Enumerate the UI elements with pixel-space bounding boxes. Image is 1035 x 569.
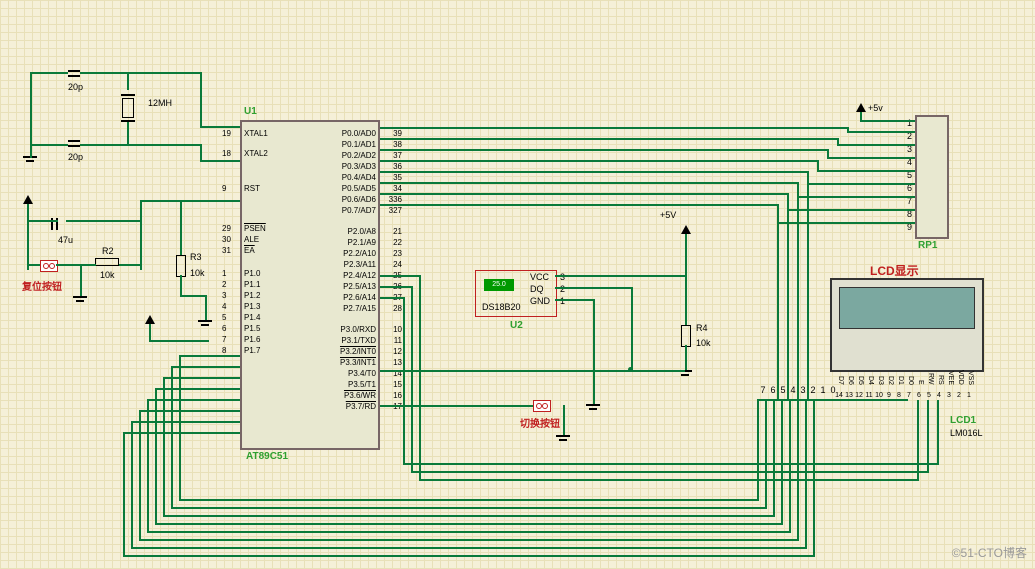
gnd-r3 — [198, 320, 212, 330]
switch-button[interactable] — [533, 400, 551, 412]
vcc-rp1 — [856, 103, 866, 112]
r2-ref: R2 — [102, 246, 114, 256]
vcc-5v — [681, 225, 691, 234]
u1-part: AT89C51 — [246, 451, 288, 462]
res-r2 — [95, 258, 119, 266]
c1-val: 20p — [68, 82, 83, 92]
mcu-u1: U1 AT89C51 19XTAL118XTAL29RST29PSEN30ALE… — [240, 120, 380, 450]
r3-ref: R3 — [190, 252, 202, 262]
switch-label: 切换按钮 — [520, 415, 560, 430]
gnd-ds — [586, 404, 600, 414]
vcc-rp1-lbl: +5v — [868, 103, 883, 113]
r3-val: 10k — [190, 268, 205, 278]
gnd-reset — [73, 296, 87, 306]
rp1-ref: RP1 — [918, 240, 937, 251]
vcc-ea — [145, 315, 155, 324]
rp1 — [915, 115, 949, 239]
lcd-title: LCD显示 — [870, 262, 919, 279]
reset-label: 复位按钮 — [22, 278, 62, 293]
vcc-5v-lbl: +5V — [660, 210, 676, 220]
res-r4 — [681, 325, 691, 347]
lcd-part: LM016L — [950, 428, 983, 438]
crystal — [122, 98, 134, 118]
u1-ref: U1 — [244, 106, 257, 117]
x1-val: 12MH — [148, 98, 172, 108]
ds-part: DS18B20 — [482, 302, 521, 312]
r4-ref: R4 — [696, 323, 708, 333]
r4-val: 10k — [696, 338, 711, 348]
lcd-ref: LCD1 — [950, 415, 976, 426]
c2-val: 20p — [68, 152, 83, 162]
gnd-sw — [556, 435, 570, 445]
vcc-reset — [23, 195, 33, 204]
reset-button[interactable] — [40, 260, 58, 272]
r2-val: 10k — [100, 270, 115, 280]
lcd-screen — [839, 287, 975, 329]
lcd — [830, 278, 984, 372]
u2-ref: U2 — [510, 320, 523, 331]
ds-temp: 25.0 — [484, 279, 514, 291]
c3-val: 47u — [58, 235, 73, 245]
res-r3 — [176, 255, 186, 277]
watermark: ©51-CTO博客 — [952, 544, 1027, 561]
